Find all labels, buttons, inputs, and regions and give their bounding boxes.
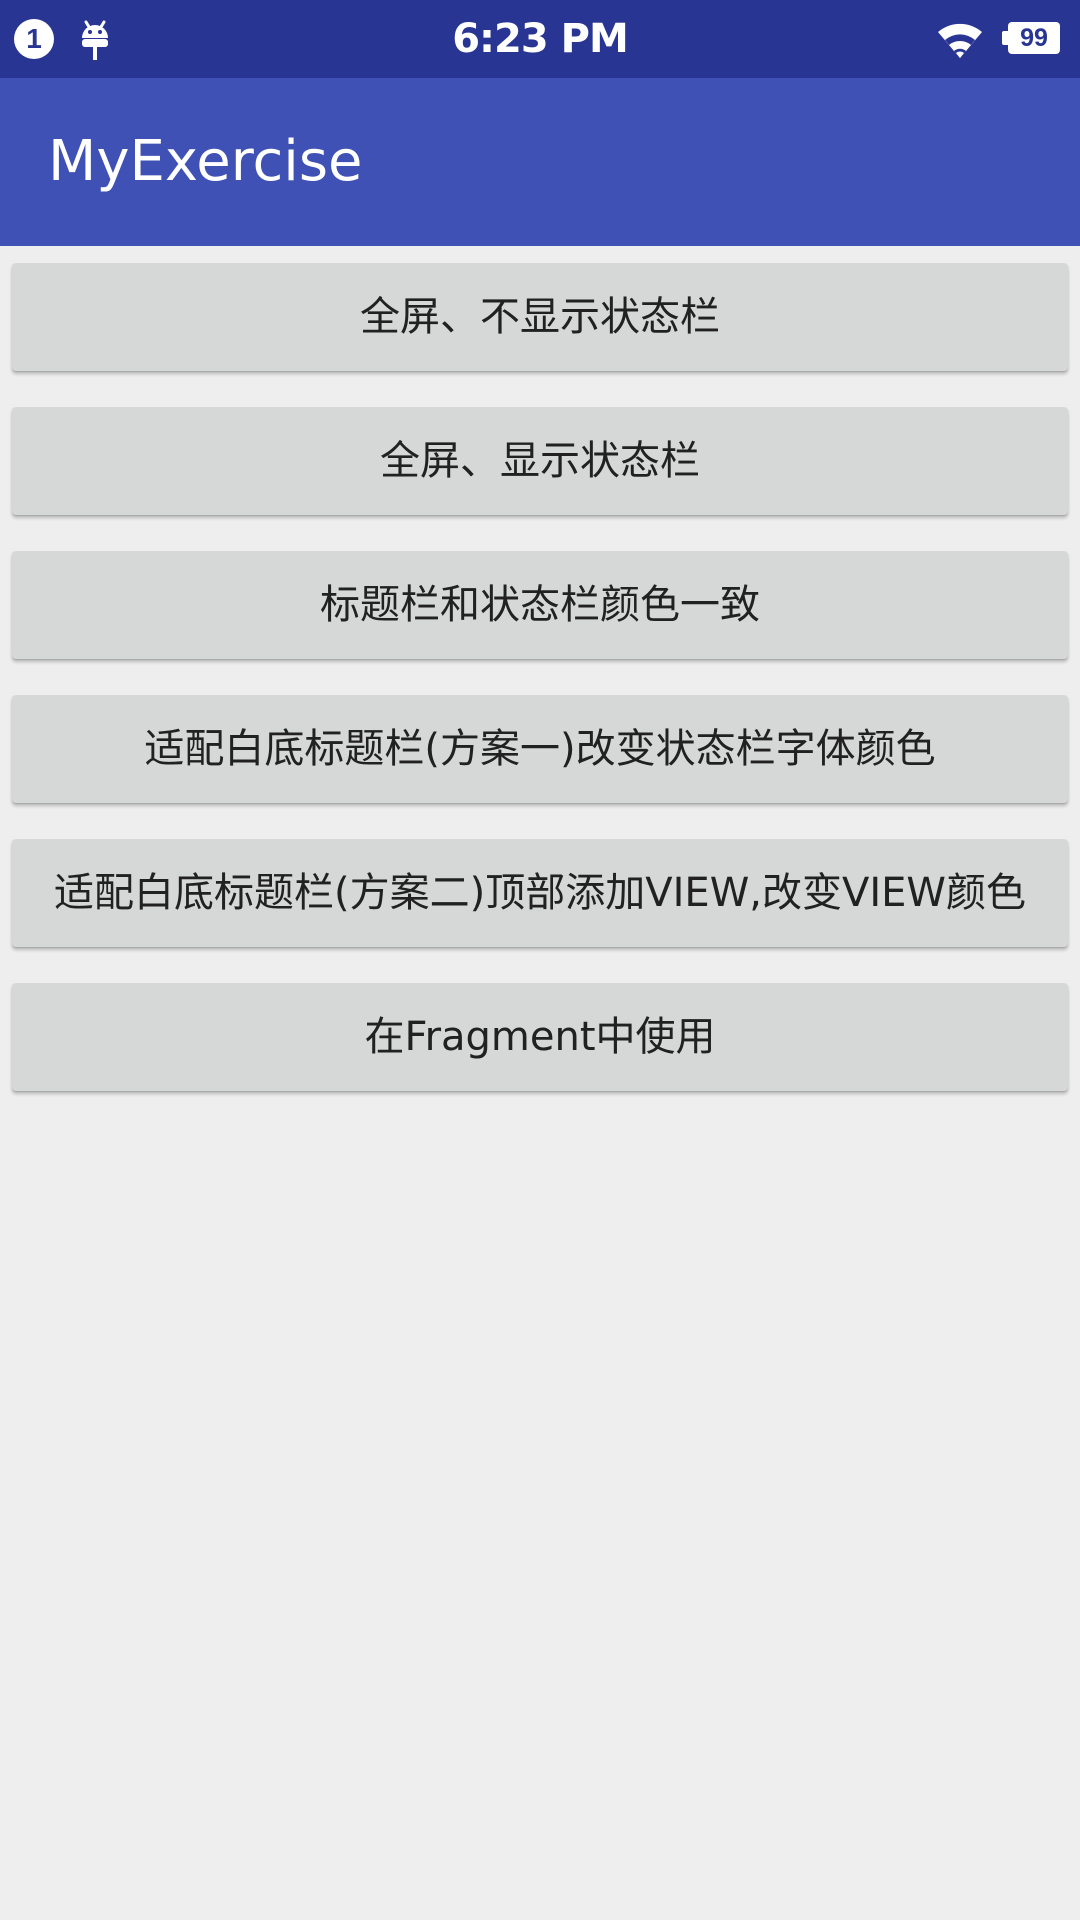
- battery-icon: 99: [1002, 22, 1060, 54]
- fullscreen-hide-status-bar-button[interactable]: 全屏、不显示状态栏: [12, 263, 1068, 371]
- match-toolbar-status-bar-color-button[interactable]: 标题栏和状态栏颜色一致: [12, 551, 1068, 659]
- app-bar: MyExercise: [0, 78, 1080, 246]
- status-bar: 1 6:23 PM 99: [0, 0, 1080, 78]
- use-in-fragment-button[interactable]: 在Fragment中使用: [12, 983, 1068, 1091]
- app-title: MyExercise: [48, 129, 363, 194]
- white-toolbar-plan-two-button[interactable]: 适配白底标题栏(方案二)顶部添加VIEW,改变VIEW颜色: [12, 839, 1068, 947]
- battery-level: 99: [1020, 24, 1048, 52]
- white-toolbar-plan-one-button[interactable]: 适配白底标题栏(方案一)改变状态栏字体颜色: [12, 695, 1068, 803]
- wifi-icon: [938, 23, 982, 58]
- button-list: 全屏、不显示状态栏 全屏、显示状态栏 标题栏和状态栏颜色一致 适配白底标题栏(方…: [12, 263, 1068, 1127]
- status-time: 6:23 PM: [452, 16, 629, 62]
- fullscreen-show-status-bar-button[interactable]: 全屏、显示状态栏: [12, 407, 1068, 515]
